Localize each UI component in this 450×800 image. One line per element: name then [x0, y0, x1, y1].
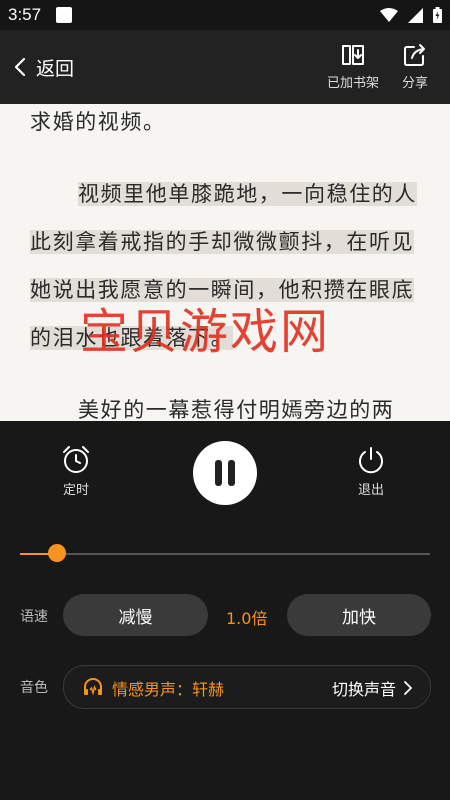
- battery-icon: [433, 7, 442, 23]
- bookshelf-button[interactable]: 已加书架: [327, 42, 379, 91]
- current-voice: 情感男声：轩赫: [112, 680, 225, 699]
- share-icon: [404, 44, 425, 66]
- speed-label: 语速: [20, 609, 48, 625]
- chevron-right-icon: [404, 681, 412, 695]
- switch-voice-button[interactable]: 切换声音: [332, 676, 412, 700]
- timer-button[interactable]: 定时: [61, 445, 91, 498]
- wifi-icon: [380, 7, 398, 22]
- back-button[interactable]: 返回: [14, 52, 74, 82]
- faster-button[interactable]: 加快: [287, 594, 431, 636]
- reader-content[interactable]: 求婚的视频。 视频里他单膝跪地，一向稳住的人此刻拿着戒指的手却微微颤抖，在听见她…: [0, 104, 450, 421]
- pause-button[interactable]: [193, 441, 257, 505]
- progress-slider[interactable]: [20, 544, 430, 562]
- status-bar: 3:57: [0, 0, 450, 30]
- switch-voice-label: 切换声音: [331, 680, 396, 699]
- audio-player-panel: 定时 退出 语速 减慢 1.0倍 加快 音色 情感男声：轩赫 切换声音: [0, 421, 450, 800]
- share-button[interactable]: 分享: [402, 42, 428, 91]
- share-label: 分享: [402, 76, 429, 91]
- speed-value: 1.0倍: [226, 609, 268, 628]
- bookshelf-add-icon: [342, 45, 364, 65]
- pause-icon: [215, 460, 222, 486]
- voice-label: 音色: [20, 680, 48, 696]
- alarm-clock-icon: [63, 446, 89, 473]
- progress-thumb[interactable]: [47, 544, 66, 562]
- exit-label: 退出: [357, 483, 384, 498]
- signal-icon: [408, 7, 423, 23]
- paragraph: 美好的一幕惹得付明嫣旁边的两: [78, 398, 395, 421]
- power-icon: [359, 447, 383, 474]
- status-icons: [380, 7, 442, 23]
- voice-selector[interactable]: 情感男声：轩赫 切换声音: [63, 665, 431, 709]
- paragraph: 求婚的视频。: [30, 110, 166, 134]
- status-time: 3:57: [8, 5, 42, 24]
- notification-icon: [56, 7, 72, 23]
- slower-button[interactable]: 减慢: [63, 594, 208, 636]
- back-label: 返回: [36, 57, 75, 80]
- bookshelf-label: 已加书架: [327, 76, 380, 91]
- exit-button[interactable]: 退出: [356, 445, 386, 498]
- timer-label: 定时: [62, 483, 89, 498]
- headphones-icon: [84, 678, 102, 696]
- watermark: 宝贝游戏网: [80, 304, 331, 360]
- back-arrow-icon: [14, 57, 26, 77]
- top-bar: 返回 已加书架 分享: [0, 30, 450, 104]
